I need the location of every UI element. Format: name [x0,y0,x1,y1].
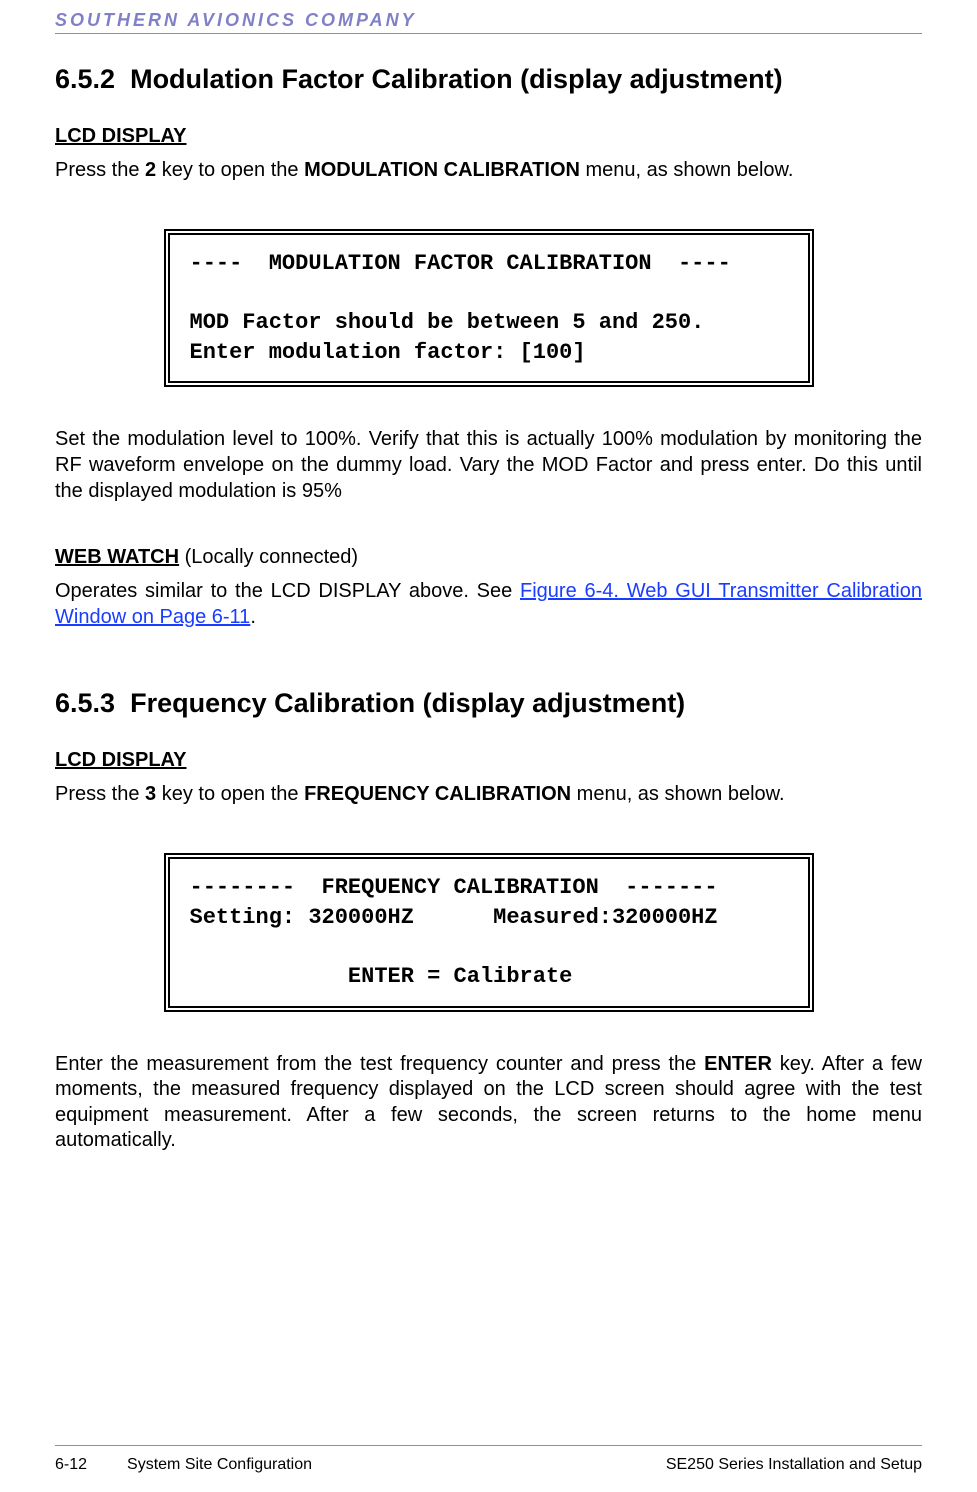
text: key to open the [156,159,304,181]
header-rule [55,33,922,34]
webwatch-annot: (Locally connected) [179,546,358,568]
section2-after-box: Enter the measurement from the test freq… [55,1052,922,1154]
text: menu, as shown below. [571,783,784,805]
menu-name-modulation: MODULATION CALIBRATION [304,159,580,181]
section-number: 6.5.2 [55,64,115,94]
menu-name-frequency: FREQUENCY CALIBRATION [304,783,571,805]
section1-after-box: Set the modulation level to 100%. Verify… [55,427,922,504]
lcd-display-label-2: LCD DISPLAY [55,749,922,772]
webwatch-para: Operates similar to the LCD DISPLAY abov… [55,579,922,630]
section-heading-652: 6.5.2 Modulation Factor Calibration (dis… [55,64,922,95]
lcd-box-modulation: ---- MODULATION FACTOR CALIBRATION ---- … [164,229,814,388]
section-title: Frequency Calibration (display adjustmen… [130,688,685,718]
footer-section: System Site Configuration [127,1456,312,1474]
key-3: 3 [145,783,156,805]
footer-rule [55,1445,922,1446]
text: key to open the [156,783,304,805]
text: Press the [55,159,145,181]
lcd-text-modulation: ---- MODULATION FACTOR CALIBRATION ---- … [190,249,788,368]
section-title: Modulation Factor Calibration (display a… [130,64,783,94]
key-2: 2 [145,159,156,181]
text: Press the [55,783,145,805]
section2-intro: Press the 3 key to open the FREQUENCY CA… [55,782,922,808]
section-heading-653: 6.5.3 Frequency Calibration (display adj… [55,688,922,719]
text: Operates similar to the LCD DISPLAY abov… [55,580,520,602]
lcd-text-frequency: -------- FREQUENCY CALIBRATION ------- S… [190,873,788,992]
page-footer: 6-12 System Site Configuration SE250 Ser… [55,1456,922,1474]
brand-header: SOUTHERN AVIONICS COMPANY [55,0,922,31]
text: menu, as shown below. [580,159,793,181]
lcd-display-label-1: LCD DISPLAY [55,125,922,148]
enter-key: ENTER [704,1053,772,1075]
lcd-box-frequency: -------- FREQUENCY CALIBRATION ------- S… [164,853,814,1012]
page: SOUTHERN AVIONICS COMPANY 6.5.2 Modulati… [0,0,977,1492]
section-number: 6.5.3 [55,688,115,718]
footer-page-number: 6-12 [55,1456,87,1474]
footer-doc-title: SE250 Series Installation and Setup [666,1456,922,1474]
webwatch-label: WEB WATCH [55,546,179,568]
text: Enter the measurement from the test freq… [55,1053,704,1075]
webwatch-heading: WEB WATCH (Locally connected) [55,546,922,569]
text: . [250,606,256,628]
section1-intro: Press the 2 key to open the MODULATION C… [55,158,922,184]
